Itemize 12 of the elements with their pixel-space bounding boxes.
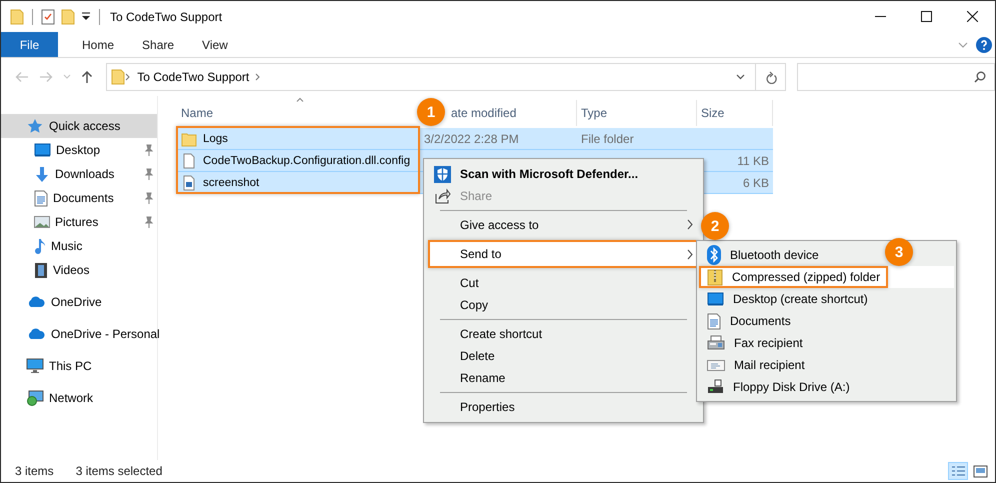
date-modified: 3/2/2022 2:28 PM [424,132,519,146]
file-name: Logs [203,132,228,144]
selection-count: 3 items selected [76,464,162,478]
file-type: File folder [581,132,634,146]
window-title: To CodeTwo Support [110,10,222,24]
step-badge: 1 [417,98,445,126]
file-size: 6 KB [742,176,769,190]
file-name: CodeTwoBackup.Configuration.dll.config [203,154,410,166]
step-badge: 2 [701,212,729,240]
file-name: screenshot [203,176,260,188]
item-count: 3 items [15,464,54,478]
file-size: 11 KB [737,154,769,168]
